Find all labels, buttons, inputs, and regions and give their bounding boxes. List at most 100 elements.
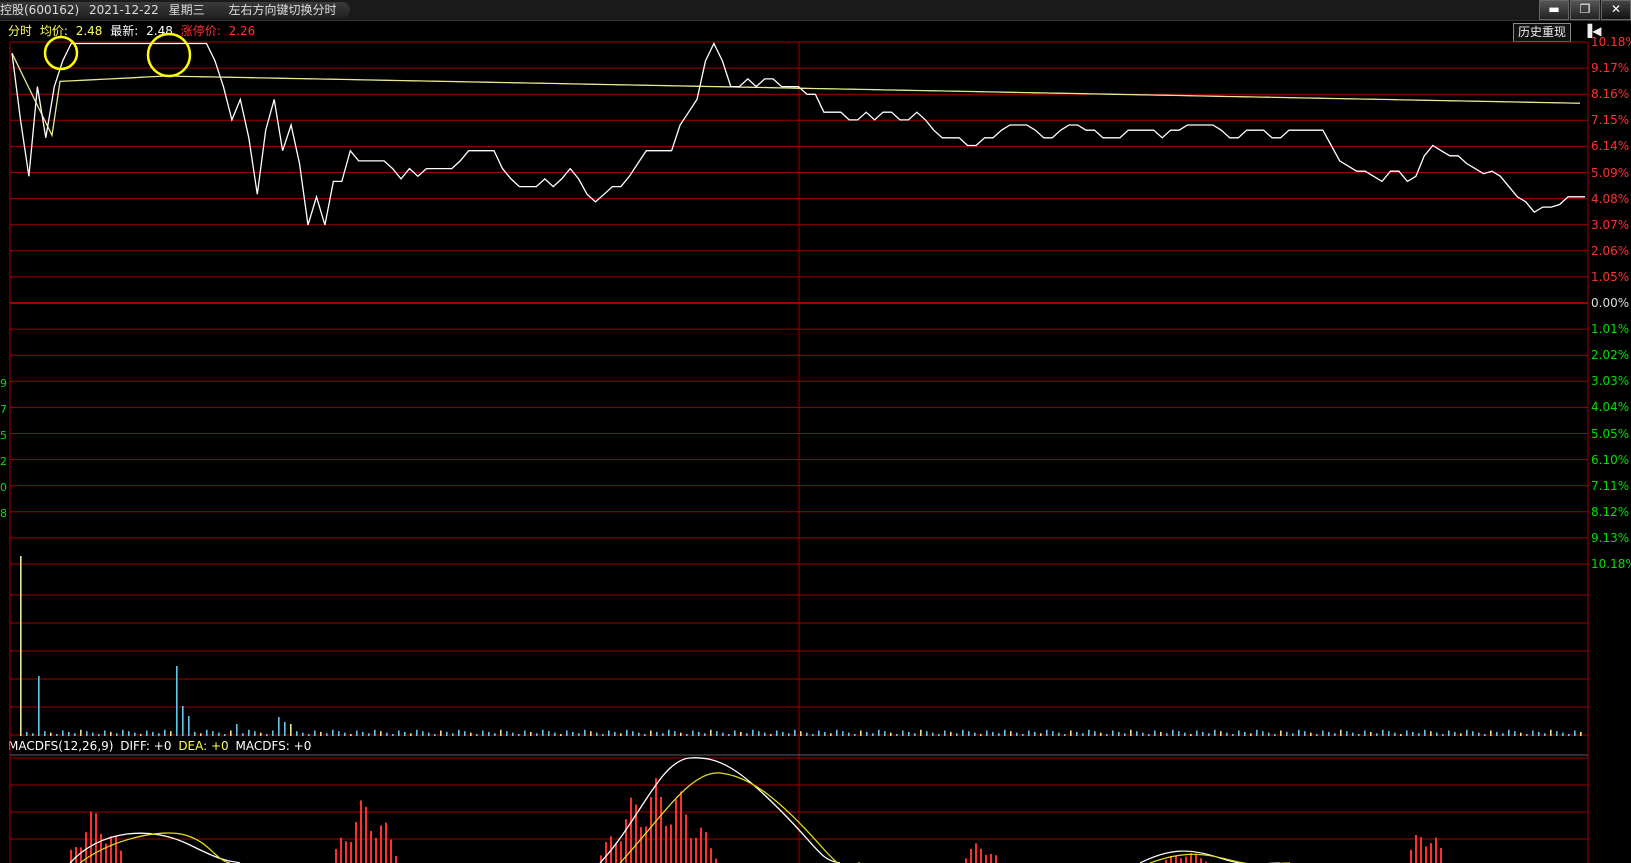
volume-bar [20, 556, 22, 736]
macd-bar [80, 847, 82, 863]
volume-bar [752, 729, 754, 736]
volume-bar [788, 733, 790, 736]
volume-bar [410, 733, 412, 736]
macd-bar [680, 791, 682, 863]
macd-bar [705, 832, 707, 863]
macd-bar [395, 856, 397, 863]
macd-bar [1420, 837, 1422, 863]
volume-bar [254, 731, 256, 736]
volume-bar [1196, 730, 1198, 736]
volume-bar [872, 733, 874, 736]
volume-bar [830, 733, 832, 736]
volume-bar [1136, 731, 1138, 736]
volume-bar [908, 731, 910, 736]
volume-bar [1550, 729, 1552, 736]
macd-bar [975, 843, 977, 863]
volume-bar [194, 731, 196, 736]
volume-bar [1262, 731, 1264, 736]
volume-bar [530, 731, 532, 736]
volume-bar [116, 733, 118, 736]
volume-bar [842, 731, 844, 736]
volume-bar [548, 731, 550, 736]
volume-bar [1238, 730, 1240, 736]
volume-bar [1034, 731, 1036, 736]
volume-bar [1040, 733, 1042, 736]
volume-bar [1304, 731, 1306, 736]
volume-bar [896, 734, 898, 736]
macd-bar [360, 800, 362, 863]
volume-bar [1286, 731, 1288, 736]
macd-bar [620, 841, 622, 863]
volume-bar [278, 717, 280, 736]
macd-bar [640, 827, 642, 863]
volume-bar [1190, 734, 1192, 736]
volume-bar [1268, 732, 1270, 736]
volume-bar [812, 734, 814, 736]
macd-bar [995, 855, 997, 863]
volume-bar [698, 731, 700, 736]
volume-bar [758, 731, 760, 736]
volume-bar [1430, 731, 1432, 736]
volume-bars [20, 556, 1582, 736]
volume-bar [1064, 734, 1066, 736]
volume-bar [314, 730, 316, 736]
volume-bar [596, 732, 598, 736]
macd-bar [715, 858, 717, 863]
volume-bar [1208, 733, 1210, 736]
volume-bar [500, 729, 502, 736]
volume-bar [242, 733, 244, 736]
volume-bar [170, 731, 172, 736]
volume-bar [230, 730, 232, 736]
volume-bar [824, 731, 826, 736]
volume-bar [392, 734, 394, 736]
macd-bar [615, 842, 617, 863]
macd-bar [1440, 848, 1442, 863]
volume-bar [1178, 731, 1180, 736]
macd-bar [1430, 843, 1432, 863]
volume-bar [80, 729, 82, 736]
volume-bar [1490, 730, 1492, 736]
volume-bar [1022, 734, 1024, 736]
volume-bar [1124, 733, 1126, 736]
volume-bar [632, 731, 634, 736]
volume-bar [458, 729, 460, 736]
volume-bar [512, 732, 514, 736]
volume-bar [338, 731, 340, 736]
volume-bar [866, 731, 868, 736]
volume-bar [158, 733, 160, 736]
macd-bar [100, 833, 102, 863]
volume-bar [1256, 729, 1258, 736]
volume-bar [590, 731, 592, 736]
volume-bar [320, 731, 322, 736]
volume-bar [926, 731, 928, 736]
volume-bar [992, 731, 994, 736]
volume-bar [986, 730, 988, 736]
volume-bar [1388, 731, 1390, 736]
volume-bar [956, 733, 958, 736]
volume-bar [248, 729, 250, 736]
volume-bar [950, 731, 952, 736]
volume-bar [1382, 729, 1384, 736]
macd-bar [665, 825, 667, 863]
volume-bar [620, 733, 622, 736]
volume-bar [1148, 734, 1150, 736]
volume-bar [1106, 734, 1108, 736]
volume-bar [560, 734, 562, 736]
volume-bar [1484, 734, 1486, 736]
volume-bar [776, 730, 778, 736]
macd-bar [970, 848, 972, 863]
macd-panel [69, 757, 1442, 863]
volume-bar [236, 724, 238, 736]
volume-bar [134, 732, 136, 736]
volume-bar [1274, 734, 1276, 736]
volume-bar [1166, 733, 1168, 736]
volume-bar [1370, 731, 1372, 736]
volume-bar [1442, 734, 1444, 736]
volume-bar [1400, 734, 1402, 736]
volume-bar [470, 732, 472, 736]
volume-bar [1226, 732, 1228, 736]
volume-bar [32, 733, 34, 736]
highlight-circle-2 [146, 32, 192, 78]
volume-bar [1310, 732, 1312, 736]
volume-bar [614, 731, 616, 736]
